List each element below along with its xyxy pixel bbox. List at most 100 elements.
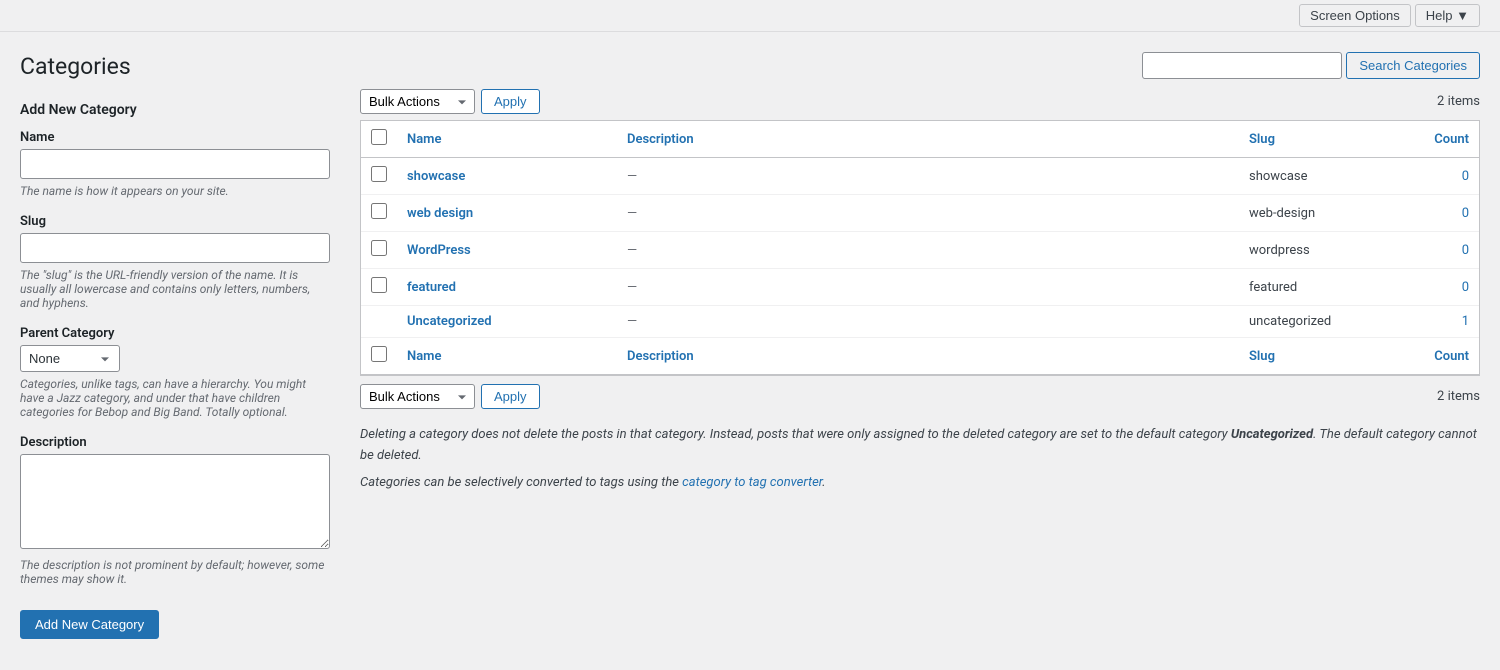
page-container: Categories Add New Category Name The nam… [0, 32, 1500, 659]
table-header-row: Name Description Slug Count [361, 121, 1479, 158]
top-bar: Screen Options Help ▼ [0, 0, 1500, 32]
category-name-link[interactable]: WordPress [407, 243, 471, 258]
left-panel: Categories Add New Category Name The nam… [20, 52, 330, 639]
page-title: Categories [20, 52, 330, 82]
screen-options-button[interactable]: Screen Options [1299, 4, 1411, 27]
row-slug-cell: uncategorized [1239, 306, 1419, 338]
select-all-checkbox-footer[interactable] [371, 346, 387, 362]
header-count[interactable]: Count [1419, 121, 1479, 158]
add-new-category-title: Add New Category [20, 102, 330, 118]
row-checkbox[interactable] [371, 240, 387, 256]
categories-table-wrapper: Name Description Slug Count showcase—sho… [360, 120, 1480, 376]
description-label: Description [20, 435, 330, 450]
name-label: Name [20, 130, 330, 145]
row-slug-cell: web-design [1239, 195, 1419, 232]
row-slug-cell: showcase [1239, 158, 1419, 195]
category-count-link[interactable]: 1 [1462, 314, 1469, 329]
row-checkbox-cell [361, 232, 397, 269]
category-count-link[interactable]: 0 [1462, 169, 1469, 184]
search-categories-input[interactable] [1142, 52, 1342, 79]
category-name-link[interactable]: featured [407, 280, 456, 295]
table-row: WordPress —wordpress 0 [361, 232, 1479, 269]
row-checkbox[interactable] [371, 166, 387, 182]
footer-checkbox-cell [361, 338, 397, 375]
row-description-cell: — [617, 306, 1239, 338]
category-count-link[interactable]: 0 [1462, 280, 1469, 295]
bottom-action-row-left: Bulk Actions Apply [360, 384, 540, 409]
row-description-cell: — [617, 195, 1239, 232]
row-count-cell: 1 [1419, 306, 1479, 338]
header-name[interactable]: Name [397, 121, 617, 158]
search-categories-button[interactable]: Search Categories [1346, 52, 1480, 79]
bulk-actions-select-top[interactable]: Bulk Actions [360, 89, 475, 114]
row-checkbox-cell [361, 158, 397, 195]
name-group: Name The name is how it appears on your … [20, 130, 330, 198]
table-row: web design —web-design 0 [361, 195, 1479, 232]
items-count-top: 2 items [1437, 94, 1480, 109]
select-all-checkbox[interactable] [371, 129, 387, 145]
table-footer-header-row: Name Description Slug Count [361, 338, 1479, 375]
row-checkbox[interactable] [371, 277, 387, 293]
slug-hint: The "slug" is the URL-friendly version o… [20, 268, 330, 310]
bottom-action-row: Bulk Actions Apply 2 items [360, 384, 1480, 409]
footer-note: Deleting a category does not delete the … [360, 425, 1480, 493]
table-row: Uncategorized —uncategorized 1 [361, 306, 1479, 338]
parent-category-label: Parent Category [20, 326, 330, 341]
category-to-tag-converter-link[interactable]: category to tag converter [682, 475, 822, 490]
row-name-cell: featured [397, 269, 617, 306]
apply-button-bottom[interactable]: Apply [481, 384, 540, 409]
row-checkbox-cell [361, 306, 397, 338]
row-name-cell: web design [397, 195, 617, 232]
row-name-cell: Uncategorized [397, 306, 617, 338]
name-input[interactable] [20, 149, 330, 179]
slug-input[interactable] [20, 233, 330, 263]
parent-category-select[interactable]: None [20, 345, 120, 372]
row-checkbox-cell [361, 269, 397, 306]
table-row: showcase—showcase0 [361, 158, 1479, 195]
top-action-row: Bulk Actions Apply 2 items [360, 89, 1480, 114]
footer-slug[interactable]: Slug [1239, 338, 1419, 375]
slug-label: Slug [20, 214, 330, 229]
description-group: Description The description is not promi… [20, 435, 330, 586]
footer-description[interactable]: Description [617, 338, 1239, 375]
row-checkbox[interactable] [371, 203, 387, 219]
row-description-cell: — [617, 158, 1239, 195]
category-name-link[interactable]: web design [407, 206, 473, 221]
help-button[interactable]: Help ▼ [1415, 4, 1480, 27]
search-row: Search Categories [360, 52, 1480, 79]
category-name-link[interactable]: showcase [407, 169, 465, 184]
name-hint: The name is how it appears on your site. [20, 184, 330, 198]
right-panel: Search Categories Bulk Actions Apply 2 i… [360, 52, 1480, 639]
row-slug-cell: wordpress [1239, 232, 1419, 269]
footer-name[interactable]: Name [397, 338, 617, 375]
row-count-cell: 0 [1419, 195, 1479, 232]
top-action-row-left: Bulk Actions Apply [360, 89, 540, 114]
description-textarea[interactable] [20, 454, 330, 549]
header-slug[interactable]: Slug [1239, 121, 1419, 158]
row-count-cell: 0 [1419, 269, 1479, 306]
bulk-actions-select-bottom[interactable]: Bulk Actions [360, 384, 475, 409]
add-new-category-button[interactable]: Add New Category [20, 610, 159, 639]
slug-group: Slug The "slug" is the URL-friendly vers… [20, 214, 330, 310]
parent-hint: Categories, unlike tags, can have a hier… [20, 377, 330, 419]
header-checkbox-cell [361, 121, 397, 158]
footer-note-2: Categories can be selectively converted … [360, 473, 1480, 494]
row-count-cell: 0 [1419, 158, 1479, 195]
table-row: featured—featured0 [361, 269, 1479, 306]
apply-button-top[interactable]: Apply [481, 89, 540, 114]
category-count-link[interactable]: 0 [1462, 243, 1469, 258]
category-count-link[interactable]: 0 [1462, 206, 1469, 221]
parent-category-group: Parent Category None Categories, unlike … [20, 326, 330, 419]
categories-table: Name Description Slug Count showcase—sho… [361, 121, 1479, 375]
footer-note-1: Deleting a category does not delete the … [360, 425, 1480, 467]
footer-note-uncategorized: Uncategorized [1231, 427, 1313, 442]
row-count-cell: 0 [1419, 232, 1479, 269]
row-name-cell: showcase [397, 158, 617, 195]
row-description-cell: — [617, 269, 1239, 306]
category-name-link[interactable]: Uncategorized [407, 314, 492, 329]
row-name-cell: WordPress [397, 232, 617, 269]
footer-count[interactable]: Count [1419, 338, 1479, 375]
row-description-cell: — [617, 232, 1239, 269]
header-description[interactable]: Description [617, 121, 1239, 158]
items-count-bottom: 2 items [1437, 389, 1480, 404]
